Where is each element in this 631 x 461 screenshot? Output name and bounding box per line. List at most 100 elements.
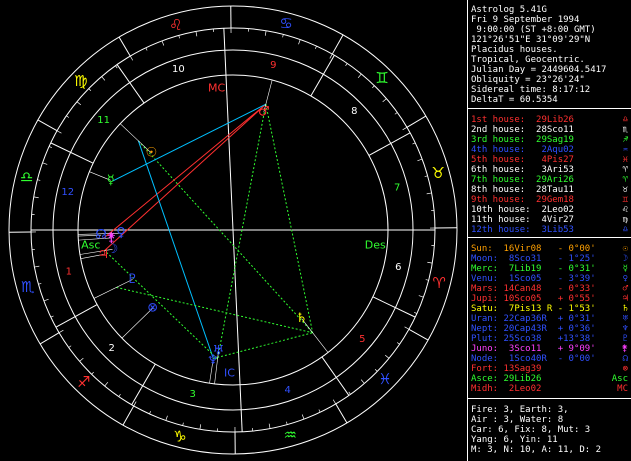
sign-icon: ♒ bbox=[622, 145, 628, 155]
sign-icon: ♊ bbox=[622, 195, 628, 205]
degree-tick bbox=[182, 422, 184, 426]
sign-divider bbox=[331, 34, 344, 55]
degree-tick bbox=[33, 196, 39, 199]
aspect-line bbox=[217, 104, 267, 360]
degree-tick bbox=[50, 315, 54, 318]
planet-row: Sun: 16Vir08 - 0°00' bbox=[471, 244, 596, 254]
aspect-line bbox=[104, 103, 267, 251]
divider bbox=[468, 108, 631, 109]
planet-row: Satu: 7Pis13 R - 1°53' bbox=[471, 304, 596, 314]
header-line: Obliquity = 23°26'24" bbox=[471, 75, 585, 85]
sign-icon: ♈ bbox=[622, 165, 628, 175]
planet-row: Fort: 13Sag39 bbox=[471, 364, 553, 374]
degree-tick bbox=[199, 424, 202, 430]
house-number: 11 bbox=[97, 115, 110, 126]
planet-icon: ☊ bbox=[622, 354, 628, 364]
planet-row: Moon: 8Sco31 - 1°25' bbox=[471, 254, 596, 264]
sign-icon: ♌ bbox=[622, 205, 628, 215]
house-number: 4 bbox=[284, 385, 290, 396]
house-number: 5 bbox=[359, 334, 365, 345]
planet-icon: ☿ bbox=[622, 264, 628, 274]
sign-icon: ♍ bbox=[74, 72, 87, 90]
element-summary-line: M: 3, N: 10, A: 11, D: 2 bbox=[471, 445, 602, 455]
house-row: 4th house: 2Aqu02 bbox=[471, 145, 574, 155]
house-cusp bbox=[223, 28, 234, 231]
house-row: 3rd house: 29Sag19 bbox=[471, 135, 574, 145]
planet-icon: ♇ bbox=[127, 272, 139, 287]
header-line: 9:00:00 (ST +8:00 GMT) bbox=[471, 25, 596, 35]
degree-tick bbox=[357, 73, 362, 79]
degree-tick bbox=[332, 399, 337, 405]
aspect-line bbox=[112, 103, 267, 182]
planet-icon: ⊗ bbox=[147, 301, 158, 316]
house-number: 2 bbox=[109, 343, 115, 354]
degree-tick bbox=[34, 265, 40, 268]
aspect-line bbox=[138, 140, 314, 334]
degree-tick bbox=[348, 391, 351, 395]
degree-tick bbox=[425, 279, 429, 281]
aspect-line bbox=[137, 140, 214, 359]
degree-tick bbox=[427, 261, 433, 264]
sign-icon: ♑ bbox=[173, 427, 186, 445]
house-cusp bbox=[232, 229, 243, 432]
degree-tick bbox=[360, 379, 365, 384]
aspect-line bbox=[102, 103, 267, 239]
sign-icon: ♓ bbox=[378, 370, 391, 388]
sign-icon: ♎ bbox=[622, 115, 628, 125]
sign-divider bbox=[118, 36, 131, 57]
header-line: DeltaT = 60.5354 bbox=[471, 95, 558, 105]
planet-icon: ☊ bbox=[95, 228, 107, 243]
house-row: 6th house: 3Ari53 bbox=[471, 165, 574, 175]
degree-tick bbox=[268, 423, 271, 429]
house-row: 5th house: 4Pis27 bbox=[471, 155, 574, 165]
degree-tick bbox=[298, 39, 301, 45]
planet-icon: MC bbox=[617, 384, 628, 394]
planet-row: Juno: 3Sco11 + 9°09' bbox=[471, 344, 596, 354]
planet-icon: ☿ bbox=[107, 173, 115, 188]
planet-icon: ♄ bbox=[622, 304, 628, 314]
degree-tick bbox=[178, 35, 180, 39]
sign-divider bbox=[408, 328, 429, 341]
degree-tick bbox=[88, 88, 92, 91]
planet-row: Merc: 7Lib19 - 0°31' bbox=[471, 264, 596, 274]
degree-tick bbox=[426, 192, 432, 195]
sign-icon: ♍ bbox=[622, 215, 628, 225]
degree-tick bbox=[404, 326, 410, 330]
aspect-line bbox=[265, 104, 314, 333]
planet-icon: ♆ bbox=[207, 353, 219, 368]
sign-icon: ♉ bbox=[431, 164, 444, 182]
degree-tick bbox=[384, 354, 390, 359]
planet-icon: ☽ bbox=[622, 254, 628, 264]
midheaven-label: MC bbox=[208, 81, 225, 94]
house-row: 12th house: 3Lib53 bbox=[471, 225, 574, 235]
planet-icon: ☉ bbox=[622, 244, 628, 254]
planet-icon: Asc bbox=[611, 374, 628, 384]
house-cusp bbox=[116, 64, 145, 104]
house-number: 1 bbox=[66, 267, 72, 278]
degree-tick bbox=[149, 411, 152, 415]
divider bbox=[468, 237, 631, 238]
planet-icon: ⚵ bbox=[106, 230, 116, 245]
sign-icon: ♎ bbox=[20, 168, 33, 186]
planet-row: Venu: 1Sco05 - 3°39' bbox=[471, 274, 596, 284]
house-cusp bbox=[50, 142, 94, 164]
sign-divider bbox=[122, 405, 135, 426]
aspect-line bbox=[213, 332, 313, 359]
degree-tick bbox=[91, 371, 94, 375]
planet-icon: ♂ bbox=[258, 104, 270, 119]
degree-tick bbox=[76, 101, 82, 106]
sign-divider bbox=[37, 119, 58, 132]
header-line: Fri 9 September 1994 bbox=[471, 15, 580, 25]
sign-icon: ♓ bbox=[622, 155, 628, 165]
degree-tick bbox=[374, 369, 378, 372]
planet-icon: ♇ bbox=[622, 334, 628, 344]
degree-tick bbox=[43, 298, 49, 302]
house-number: 10 bbox=[172, 64, 185, 75]
house-row: 11th house: 4Vir27 bbox=[471, 215, 574, 225]
degree-tick bbox=[38, 283, 42, 285]
planet-row: Jupi: 10Sco05 + 0°55' bbox=[471, 294, 596, 304]
degree-tick bbox=[418, 295, 424, 298]
degree-tick bbox=[104, 381, 109, 387]
degree-tick bbox=[129, 55, 134, 61]
info-panel: Astrolog 5.41G Fri 9 September 1994 9:00:… bbox=[467, 0, 631, 461]
